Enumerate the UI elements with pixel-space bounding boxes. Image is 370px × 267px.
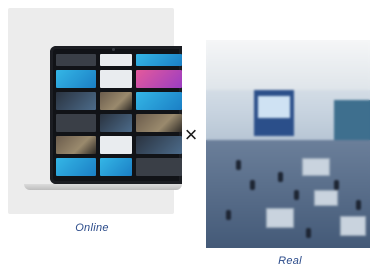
real-event-photo — [206, 40, 370, 248]
tile — [56, 54, 96, 66]
tile — [100, 114, 132, 132]
real-caption: Real — [278, 255, 302, 267]
online-card — [8, 8, 182, 214]
tile — [100, 92, 132, 110]
photo-blur-overlay — [206, 40, 370, 248]
tile — [56, 92, 96, 110]
times-icon: × — [184, 122, 198, 147]
tile — [136, 114, 182, 132]
tile — [100, 70, 132, 88]
webcam-dot — [112, 48, 115, 51]
tile — [136, 54, 182, 66]
tile — [100, 136, 132, 154]
video-wall-tiles — [56, 54, 182, 180]
tile — [100, 158, 132, 176]
tile — [136, 70, 182, 88]
laptop-base — [24, 184, 182, 190]
tile — [56, 158, 96, 176]
tile — [136, 92, 182, 110]
laptop-screen — [50, 46, 182, 184]
tile — [100, 54, 132, 66]
tile — [136, 158, 182, 176]
tile — [56, 136, 96, 154]
laptop-illustration — [24, 46, 182, 192]
tile — [136, 136, 182, 154]
tile — [56, 70, 96, 88]
online-caption: Online — [75, 222, 109, 234]
tile — [56, 114, 96, 132]
